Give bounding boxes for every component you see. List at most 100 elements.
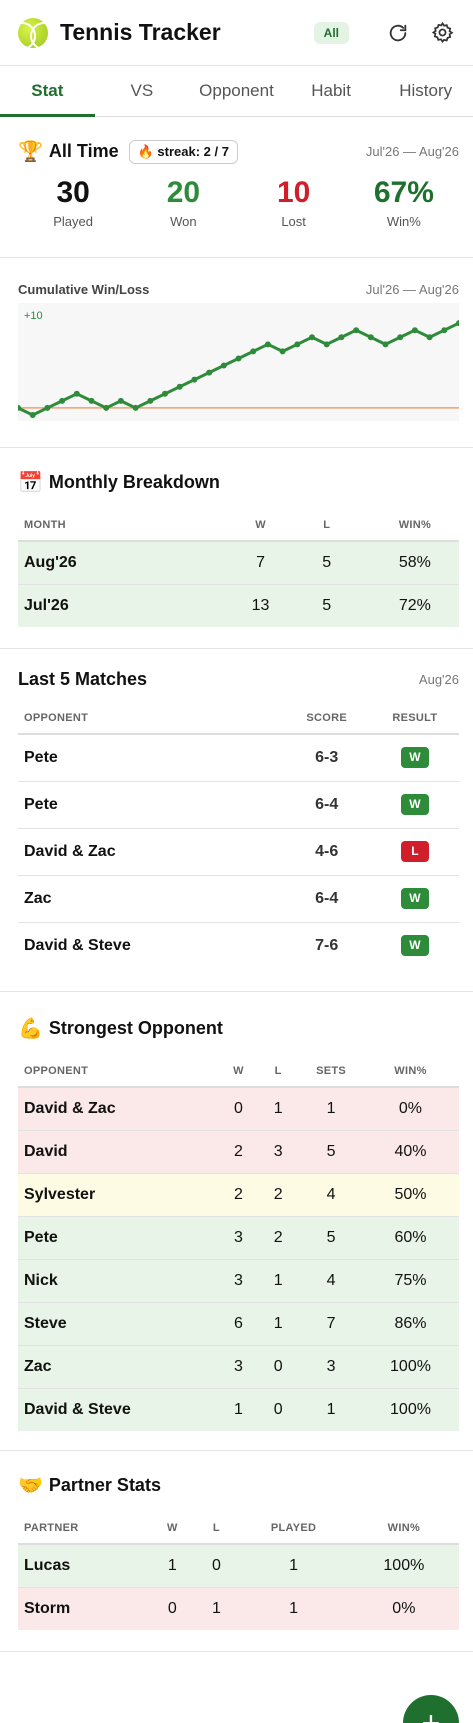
winpct-cell: 72% — [398, 596, 431, 614]
data-point — [162, 390, 168, 397]
data-point — [44, 404, 51, 411]
opponent-cell: David & Steve — [24, 936, 131, 954]
opponent-row[interactable]: David & Steve 1 0 1 100% — [18, 1388, 459, 1431]
opponent-cell: David — [18, 1130, 221, 1174]
match-row[interactable]: Pete 6-3 W — [18, 734, 459, 782]
filter-chip[interactable]: All — [313, 21, 349, 44]
winpct-cell: 40% — [361, 1130, 459, 1174]
result-badge: W — [400, 794, 429, 815]
played-cell: 1 — [289, 1599, 299, 1617]
month-cell: Aug'26 — [18, 541, 239, 585]
opponent-cell: David & Zac — [18, 1087, 221, 1131]
partner-row[interactable]: Lucas 1 0 1 100% — [18, 1544, 459, 1588]
last5-title: Last 5 Matches — [18, 669, 148, 689]
won-value: 20 — [166, 176, 201, 209]
winpct-cell: 86% — [361, 1302, 459, 1346]
handshake-icon: 🤝 — [18, 1475, 43, 1497]
all-time-title: All Time — [48, 141, 119, 161]
match-row[interactable]: Pete 6-4 W — [18, 781, 459, 829]
data-point — [220, 362, 227, 369]
partners-title: Partner Stats — [48, 1475, 161, 1495]
sets-cell: 5 — [300, 1130, 362, 1174]
l-cell: 5 — [322, 596, 332, 614]
l-cell: 2 — [256, 1173, 301, 1217]
table-row: Jul'26 13 5 72% — [18, 584, 459, 627]
l-cell: 0 — [194, 1544, 239, 1588]
opponent-cell: Zac — [18, 875, 283, 923]
result-badge: W — [400, 935, 429, 957]
winpct-cell: 100% — [361, 1345, 459, 1389]
col-winpct: WIN% — [370, 509, 459, 542]
opponent-cell: Pete — [18, 1216, 221, 1260]
winpct-stat: 67% Win% — [359, 176, 449, 229]
add-match-button[interactable]: + — [403, 1695, 459, 1723]
monthly-table: MONTH W L WIN% Aug'26 7 5 58% Jul'26 13 … — [18, 509, 459, 627]
opponent-row[interactable]: Pete 3 2 5 60% — [18, 1216, 459, 1260]
data-point — [294, 341, 301, 348]
data-point — [309, 334, 315, 341]
opponent-row[interactable]: Zac 3 0 3 100% — [18, 1345, 459, 1389]
sets-cell: 7 — [300, 1302, 362, 1346]
opponent-row[interactable]: Sylvester 2 2 4 50% — [18, 1173, 459, 1217]
tab-opponent[interactable]: Opponent — [189, 66, 284, 116]
match-row[interactable]: David & Steve 7-6 W — [18, 922, 459, 969]
tab-vs[interactable]: VS — [95, 66, 190, 116]
opponent-row[interactable]: Steve 6 1 7 86% — [18, 1302, 459, 1346]
data-point — [426, 334, 433, 341]
partner-row[interactable]: Storm 0 1 1 0% — [18, 1587, 459, 1630]
opponent-cell: David & Zac — [18, 828, 283, 876]
data-point — [191, 376, 198, 383]
col-w: W — [150, 1512, 195, 1545]
col-l: L — [282, 509, 371, 542]
monthly-title: Monthly Breakdown — [48, 472, 220, 492]
col-partner: PARTNER — [18, 1512, 151, 1545]
data-point — [147, 397, 154, 404]
played-cell: 1 — [238, 1544, 349, 1588]
data-point — [411, 327, 418, 334]
w-cell: 3 — [220, 1345, 257, 1389]
data-point — [132, 404, 139, 411]
data-point — [59, 397, 66, 404]
trophy-icon: 🏆 — [18, 141, 43, 163]
col-l: L — [194, 1512, 239, 1545]
opponent-row[interactable]: David 2 3 5 40% — [18, 1130, 459, 1174]
lost-label: Lost — [281, 214, 306, 229]
match-row[interactable]: Zac 6-4 W — [18, 875, 459, 923]
l-cell: 5 — [282, 541, 371, 585]
gear-icon[interactable] — [429, 20, 455, 46]
data-point — [264, 341, 271, 348]
data-point — [73, 390, 80, 397]
score-cell: 4-6 — [282, 828, 371, 876]
col-l: L — [256, 1055, 301, 1088]
opponent-row[interactable]: Nick 3 1 4 75% — [18, 1259, 459, 1303]
winpct-value: 67% — [373, 176, 434, 209]
w-cell: 3 — [220, 1259, 257, 1303]
tab-history[interactable]: History — [378, 66, 473, 116]
strongest-table: OPPONENT W L SETS WIN% David & Zac 0 1 1 0% D… — [18, 1055, 459, 1431]
w-cell: 2 — [220, 1173, 257, 1217]
data-point — [206, 369, 213, 376]
w-cell: 2 — [220, 1130, 257, 1174]
data-point — [103, 404, 110, 411]
w-cell: 7 — [238, 541, 283, 585]
w-cell: 0 — [167, 1599, 177, 1617]
l-cell: 1 — [256, 1302, 301, 1346]
data-point — [176, 383, 183, 390]
chart-top-label: +10 — [24, 310, 43, 322]
tab-habit[interactable]: Habit — [284, 66, 379, 116]
match-row[interactable]: David & Zac 4-6 L — [18, 828, 459, 876]
l-cell: 3 — [256, 1130, 301, 1174]
data-point — [353, 327, 360, 334]
sets-cell: 1 — [300, 1087, 362, 1131]
sets-cell: 3 — [300, 1345, 362, 1389]
col-w: W — [220, 1055, 257, 1088]
all-time-section: 🏆 All Time 🔥 streak: 2 / 7 Jul'26 — Aug'… — [0, 117, 473, 258]
col-winpct: WIN% — [348, 1512, 459, 1545]
chart-range: Jul'26 — Aug'26 — [365, 282, 459, 297]
winpct-cell: 100% — [390, 1400, 431, 1418]
opponent-cell: Pete — [18, 781, 283, 829]
w-cell: 3 — [220, 1216, 257, 1260]
refresh-icon[interactable] — [385, 20, 411, 46]
opponent-row[interactable]: David & Zac 0 1 1 0% — [18, 1087, 459, 1131]
tab-stat[interactable]: Stat — [0, 66, 95, 117]
